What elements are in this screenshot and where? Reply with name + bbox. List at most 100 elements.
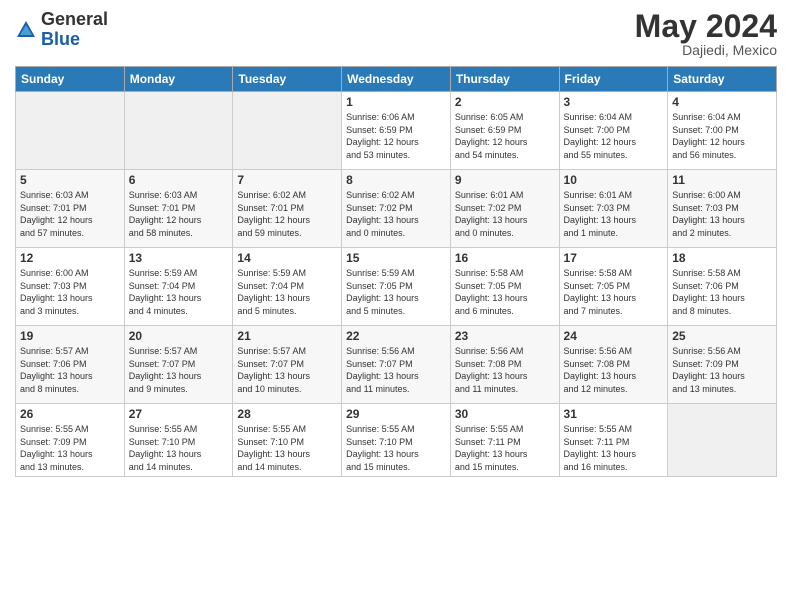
day-info: Sunrise: 6:04 AM Sunset: 7:00 PM Dayligh… — [672, 111, 772, 161]
table-row: 7 Sunrise: 6:02 AM Sunset: 7:01 PM Daylig… — [233, 170, 342, 248]
day-info: Sunrise: 5:56 AM Sunset: 7:09 PM Dayligh… — [672, 345, 772, 395]
col-thursday: Thursday — [450, 67, 559, 92]
day-info: Sunrise: 5:58 AM Sunset: 7:05 PM Dayligh… — [564, 267, 664, 317]
calendar: Sunday Monday Tuesday Wednesday Thursday… — [15, 66, 777, 477]
day-number: 8 — [346, 173, 446, 187]
table-row: 27 Sunrise: 5:55 AM Sunset: 7:10 PM Dayli… — [124, 404, 233, 477]
day-info: Sunrise: 5:59 AM Sunset: 7:04 PM Dayligh… — [237, 267, 337, 317]
col-friday: Friday — [559, 67, 668, 92]
col-wednesday: Wednesday — [342, 67, 451, 92]
day-info: Sunrise: 5:57 AM Sunset: 7:07 PM Dayligh… — [237, 345, 337, 395]
day-info: Sunrise: 5:59 AM Sunset: 7:05 PM Dayligh… — [346, 267, 446, 317]
day-info: Sunrise: 5:55 AM Sunset: 7:10 PM Dayligh… — [237, 423, 337, 473]
day-info: Sunrise: 5:55 AM Sunset: 7:10 PM Dayligh… — [129, 423, 229, 473]
day-number: 17 — [564, 251, 664, 265]
day-number: 4 — [672, 95, 772, 109]
day-info: Sunrise: 5:59 AM Sunset: 7:04 PM Dayligh… — [129, 267, 229, 317]
day-number: 16 — [455, 251, 555, 265]
table-row: 19 Sunrise: 5:57 AM Sunset: 7:06 PM Dayli… — [16, 326, 125, 404]
logo: General Blue — [15, 10, 108, 50]
table-row: 9 Sunrise: 6:01 AM Sunset: 7:02 PM Daylig… — [450, 170, 559, 248]
table-row — [233, 92, 342, 170]
logo-blue: Blue — [41, 29, 80, 49]
day-number: 21 — [237, 329, 337, 343]
day-number: 18 — [672, 251, 772, 265]
day-number: 13 — [129, 251, 229, 265]
day-info: Sunrise: 6:04 AM Sunset: 7:00 PM Dayligh… — [564, 111, 664, 161]
table-row: 31 Sunrise: 5:55 AM Sunset: 7:11 PM Dayli… — [559, 404, 668, 477]
table-row: 14 Sunrise: 5:59 AM Sunset: 7:04 PM Dayli… — [233, 248, 342, 326]
col-saturday: Saturday — [668, 67, 777, 92]
day-info: Sunrise: 5:57 AM Sunset: 7:07 PM Dayligh… — [129, 345, 229, 395]
day-info: Sunrise: 6:03 AM Sunset: 7:01 PM Dayligh… — [129, 189, 229, 239]
table-row: 25 Sunrise: 5:56 AM Sunset: 7:09 PM Dayli… — [668, 326, 777, 404]
header: General Blue May 2024 Dajiedi, Mexico — [15, 10, 777, 58]
table-row: 11Sunrise: 6:00 AM Sunset: 7:03 PM Dayli… — [668, 170, 777, 248]
day-number: 6 — [129, 173, 229, 187]
day-number: 3 — [564, 95, 664, 109]
page-container: General Blue May 2024 Dajiedi, Mexico Su… — [0, 0, 792, 612]
table-row: 18 Sunrise: 5:58 AM Sunset: 7:06 PM Dayli… — [668, 248, 777, 326]
day-info: Sunrise: 6:02 AM Sunset: 7:02 PM Dayligh… — [346, 189, 446, 239]
day-number: 22 — [346, 329, 446, 343]
day-info: Sunrise: 5:57 AM Sunset: 7:06 PM Dayligh… — [20, 345, 120, 395]
table-row: 2Sunrise: 6:05 AM Sunset: 6:59 PM Daylig… — [450, 92, 559, 170]
day-number: 30 — [455, 407, 555, 421]
table-row: 23 Sunrise: 5:56 AM Sunset: 7:08 PM Dayli… — [450, 326, 559, 404]
day-number: 25 — [672, 329, 772, 343]
day-number: 12 — [20, 251, 120, 265]
table-row: 6 Sunrise: 6:03 AM Sunset: 7:01 PM Daylig… — [124, 170, 233, 248]
day-number: 15 — [346, 251, 446, 265]
day-number: 10 — [564, 173, 664, 187]
table-row: 17 Sunrise: 5:58 AM Sunset: 7:05 PM Dayli… — [559, 248, 668, 326]
day-number: 7 — [237, 173, 337, 187]
table-row: 15 Sunrise: 5:59 AM Sunset: 7:05 PM Dayli… — [342, 248, 451, 326]
table-row: 21 Sunrise: 5:57 AM Sunset: 7:07 PM Dayli… — [233, 326, 342, 404]
col-monday: Monday — [124, 67, 233, 92]
day-info: Sunrise: 6:03 AM Sunset: 7:01 PM Dayligh… — [20, 189, 120, 239]
logo-general: General — [41, 9, 108, 29]
day-number: 27 — [129, 407, 229, 421]
logo-text: General Blue — [41, 10, 108, 50]
logo-icon — [15, 19, 37, 41]
day-info: Sunrise: 5:58 AM Sunset: 7:06 PM Dayligh… — [672, 267, 772, 317]
table-row — [668, 404, 777, 477]
table-row: 4 Sunrise: 6:04 AM Sunset: 7:00 PM Daylig… — [668, 92, 777, 170]
day-number: 19 — [20, 329, 120, 343]
day-info: Sunrise: 6:06 AM Sunset: 6:59 PM Dayligh… — [346, 111, 446, 161]
table-row: 1Sunrise: 6:06 AM Sunset: 6:59 PM Daylig… — [342, 92, 451, 170]
title-block: May 2024 Dajiedi, Mexico — [635, 10, 777, 58]
day-number: 28 — [237, 407, 337, 421]
day-number: 9 — [455, 173, 555, 187]
table-row: 28 Sunrise: 5:55 AM Sunset: 7:10 PM Dayli… — [233, 404, 342, 477]
day-number: 31 — [564, 407, 664, 421]
day-info: Sunrise: 5:55 AM Sunset: 7:09 PM Dayligh… — [20, 423, 120, 473]
day-number: 26 — [20, 407, 120, 421]
col-sunday: Sunday — [16, 67, 125, 92]
day-number: 23 — [455, 329, 555, 343]
day-info: Sunrise: 5:56 AM Sunset: 7:08 PM Dayligh… — [455, 345, 555, 395]
day-info: Sunrise: 5:56 AM Sunset: 7:07 PM Dayligh… — [346, 345, 446, 395]
day-number: 14 — [237, 251, 337, 265]
table-row: 5 Sunrise: 6:03 AM Sunset: 7:01 PM Daylig… — [16, 170, 125, 248]
calendar-header-row: Sunday Monday Tuesday Wednesday Thursday… — [16, 67, 777, 92]
table-row: 29Sunrise: 5:55 AM Sunset: 7:10 PM Dayli… — [342, 404, 451, 477]
day-number: 5 — [20, 173, 120, 187]
table-row: 8 Sunrise: 6:02 AM Sunset: 7:02 PM Daylig… — [342, 170, 451, 248]
day-info: Sunrise: 5:55 AM Sunset: 7:10 PM Dayligh… — [346, 423, 446, 473]
month-title: May 2024 — [635, 10, 777, 42]
table-row — [124, 92, 233, 170]
table-row: 3 Sunrise: 6:04 AM Sunset: 7:00 PM Daylig… — [559, 92, 668, 170]
day-info: Sunrise: 6:01 AM Sunset: 7:02 PM Dayligh… — [455, 189, 555, 239]
table-row: 30 Sunrise: 5:55 AM Sunset: 7:11 PM Dayli… — [450, 404, 559, 477]
table-row: 26 Sunrise: 5:55 AM Sunset: 7:09 PM Dayli… — [16, 404, 125, 477]
table-row: 10Sunrise: 6:01 AM Sunset: 7:03 PM Dayli… — [559, 170, 668, 248]
day-info: Sunrise: 5:55 AM Sunset: 7:11 PM Dayligh… — [564, 423, 664, 473]
day-number: 11 — [672, 173, 772, 187]
day-info: Sunrise: 5:55 AM Sunset: 7:11 PM Dayligh… — [455, 423, 555, 473]
location: Dajiedi, Mexico — [635, 42, 777, 58]
table-row: 13 Sunrise: 5:59 AM Sunset: 7:04 PM Dayli… — [124, 248, 233, 326]
day-info: Sunrise: 6:02 AM Sunset: 7:01 PM Dayligh… — [237, 189, 337, 239]
day-number: 2 — [455, 95, 555, 109]
table-row: 24Sunrise: 5:56 AM Sunset: 7:08 PM Dayli… — [559, 326, 668, 404]
